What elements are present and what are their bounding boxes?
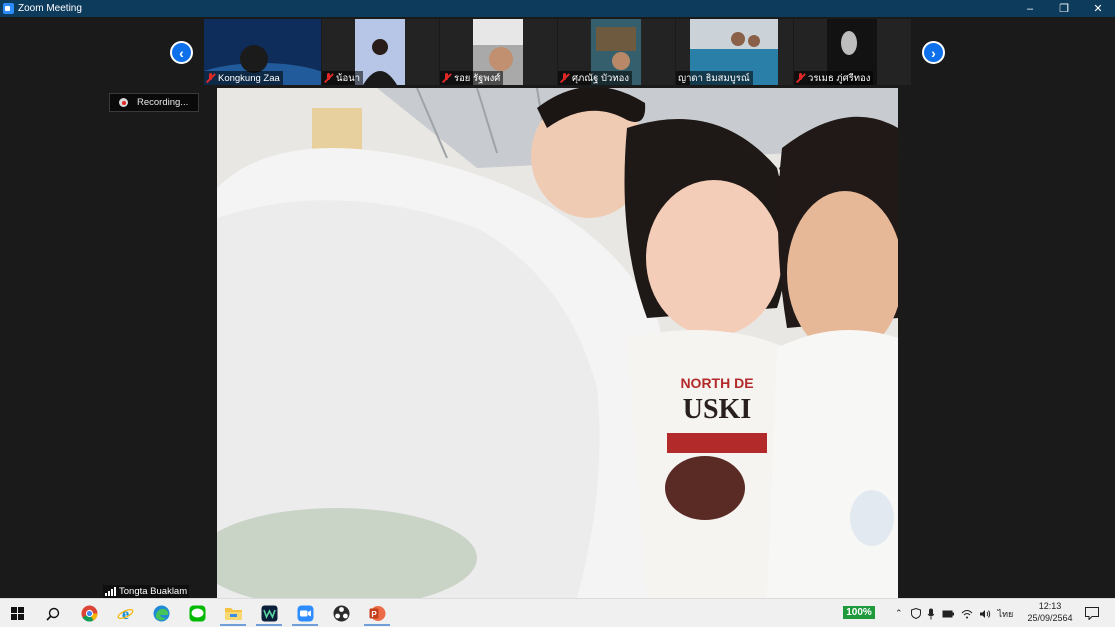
tray-expand-icon[interactable]: ⌃ bbox=[895, 608, 903, 619]
zoom-app-icon bbox=[3, 3, 14, 14]
window-title: Zoom Meeting bbox=[18, 3, 82, 14]
svg-text:USKI: USKI bbox=[683, 394, 751, 425]
recording-label: Recording... bbox=[137, 97, 189, 108]
search-button[interactable] bbox=[36, 601, 70, 626]
active-speaker-label: Tongta Buaklam bbox=[103, 585, 190, 598]
restore-button[interactable]: ❐ bbox=[1047, 0, 1081, 17]
internet-explorer-icon: e bbox=[117, 606, 133, 622]
edge-icon bbox=[153, 605, 169, 622]
security-shield-icon[interactable] bbox=[910, 608, 921, 619]
participant-tile[interactable]: ศุภณัฐ บัวทอง bbox=[558, 19, 675, 85]
zoom-meeting-window: Zoom Meeting – ❐ ✕ ‹ Kongkung Zaa น้อนา … bbox=[0, 0, 1115, 627]
participant-name-label: วรเมธ ภู่ศรีทอง bbox=[794, 71, 874, 85]
zoom-taskbar-button[interactable] bbox=[288, 601, 322, 626]
volume-icon[interactable] bbox=[979, 609, 991, 619]
participant-name: ญาดา ธิมสมบูรณ์ bbox=[678, 72, 750, 84]
participant-name-label: น้อนา bbox=[322, 71, 364, 85]
system-tray: ⌃ ไทย bbox=[895, 599, 1013, 627]
participant-tile[interactable]: Kongkung Zaa bbox=[204, 19, 321, 85]
speaker-video-frame: NORTH DE USKI bbox=[217, 88, 898, 598]
strip-next-button[interactable]: › bbox=[922, 41, 945, 64]
zoom-icon bbox=[297, 605, 313, 622]
title-bar: Zoom Meeting – ❐ ✕ bbox=[0, 0, 1115, 17]
minimize-button[interactable]: – bbox=[1013, 0, 1047, 17]
active-speaker-name: Tongta Buaklam bbox=[119, 586, 188, 597]
line-taskbar-button[interactable] bbox=[180, 601, 214, 626]
wifi-icon[interactable] bbox=[961, 609, 973, 619]
participant-tile[interactable]: รอย รัฐพงศ์ bbox=[440, 19, 557, 85]
obs-taskbar-button[interactable] bbox=[324, 601, 358, 626]
taskbar-clock[interactable]: 12:13 25/09/2564 bbox=[1020, 600, 1080, 624]
signal-strength-icon bbox=[105, 587, 116, 596]
windows-start-button[interactable] bbox=[0, 601, 34, 626]
line-icon bbox=[189, 605, 205, 622]
recording-indicator[interactable]: Recording... bbox=[109, 93, 199, 112]
battery-percent-badge[interactable]: 100% bbox=[843, 606, 875, 619]
mic-muted-icon bbox=[796, 73, 805, 83]
chrome-icon bbox=[81, 605, 97, 622]
strip-prev-button[interactable]: ‹ bbox=[170, 41, 193, 64]
mic-muted-icon bbox=[560, 73, 569, 83]
participant-tile[interactable]: น้อนา bbox=[322, 19, 439, 85]
obs-icon bbox=[333, 605, 349, 622]
participant-name: วรเมธ ภู่ศรีทอง bbox=[808, 72, 871, 84]
participant-name: ศุภณัฐ บัวทอง bbox=[572, 72, 629, 84]
participant-name-label: Kongkung Zaa bbox=[204, 71, 283, 85]
video-strip: ‹ Kongkung Zaa น้อนา รอย รัฐพงศ์ ศุภณัฐ … bbox=[0, 17, 1115, 87]
battery-icon[interactable] bbox=[942, 610, 954, 618]
powerpoint-taskbar-button[interactable]: P bbox=[360, 601, 394, 626]
clock-time: 12:13 bbox=[1038, 601, 1062, 611]
powerpoint-icon: P bbox=[369, 606, 385, 621]
participant-tile[interactable]: ญาดา ธิมสมบูรณ์ bbox=[676, 19, 793, 85]
webex-taskbar-button[interactable] bbox=[252, 601, 286, 626]
notification-icon[interactable] bbox=[1085, 607, 1099, 620]
internet-explorer-taskbar-button[interactable]: e bbox=[108, 601, 142, 626]
mic-muted-icon bbox=[206, 73, 215, 83]
record-icon bbox=[119, 98, 128, 107]
folder-icon bbox=[224, 608, 242, 620]
participant-name-label: ศุภณัฐ บัวทอง bbox=[558, 71, 632, 85]
input-language-indicator[interactable]: ไทย bbox=[998, 607, 1014, 621]
participant-name: น้อนา bbox=[336, 72, 361, 84]
participant-name-label: ญาดา ธิมสมบูรณ์ bbox=[676, 71, 753, 85]
close-button[interactable]: ✕ bbox=[1081, 0, 1115, 17]
mic-muted-icon bbox=[442, 73, 451, 83]
edge-taskbar-button[interactable] bbox=[144, 601, 178, 626]
participant-name: Kongkung Zaa bbox=[218, 72, 280, 84]
windows-taskbar: e P ⌃ ไทย bbox=[0, 598, 1115, 627]
participant-tile[interactable]: วรเมธ ภู่ศรีทอง bbox=[794, 19, 911, 85]
active-speaker-video: NORTH DE USKI bbox=[217, 88, 898, 598]
svg-text:e: e bbox=[121, 606, 128, 622]
webex-icon bbox=[261, 605, 277, 622]
participant-name: รอย รัฐพงศ์ bbox=[454, 72, 501, 84]
search-icon bbox=[46, 607, 60, 621]
microphone-icon[interactable] bbox=[927, 608, 935, 620]
participant-name-label: รอย รัฐพงศ์ bbox=[440, 71, 504, 85]
svg-text:P: P bbox=[371, 610, 377, 619]
clock-date: 25/09/2564 bbox=[1027, 613, 1073, 623]
svg-text:NORTH DE: NORTH DE bbox=[680, 375, 753, 391]
mic-muted-icon bbox=[324, 73, 333, 83]
chrome-taskbar-button[interactable] bbox=[72, 601, 106, 626]
file-explorer-taskbar-button[interactable] bbox=[216, 601, 250, 626]
windows-logo-icon bbox=[10, 607, 24, 620]
